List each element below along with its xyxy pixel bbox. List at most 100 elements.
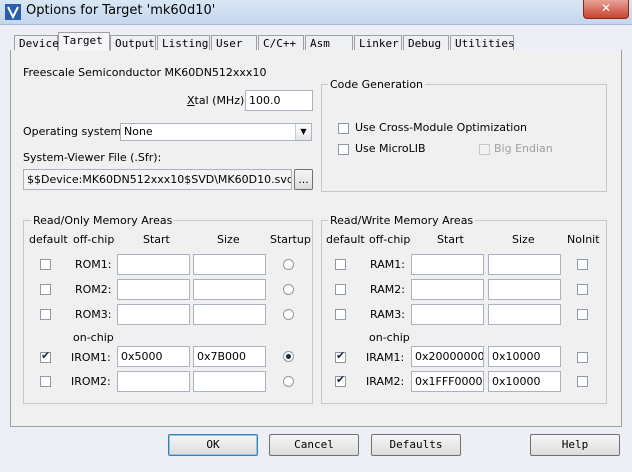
- microlib-checkbox[interactable]: [338, 144, 349, 155]
- ram-onchip-label: on-chip: [369, 331, 410, 344]
- tab-asm[interactable]: Asm: [305, 35, 353, 50]
- ram-header-default: default: [326, 233, 365, 246]
- xtal-input[interactable]: 100.0: [245, 90, 313, 111]
- irom1-size-input[interactable]: 0x7B000: [193, 346, 266, 367]
- ram-header-size: Size: [512, 233, 535, 246]
- ram-header-offchip: off-chip: [369, 233, 411, 246]
- defaults-button[interactable]: Defaults: [371, 434, 461, 456]
- iram1-start-input[interactable]: 0x20000000: [411, 346, 484, 367]
- rom3-label: ROM3:: [75, 308, 112, 321]
- irom2-startup-radio[interactable]: [283, 376, 294, 387]
- ram3-label: RAM3:: [370, 308, 405, 321]
- os-select-value: None: [124, 125, 153, 138]
- rom3-size-input[interactable]: [193, 304, 266, 325]
- big-endian-label: Big Endian: [494, 142, 553, 155]
- tab-listing[interactable]: Listing: [157, 35, 210, 50]
- irom2-start-input[interactable]: [117, 371, 190, 392]
- irom2-size-input[interactable]: [193, 371, 266, 392]
- rom2-label: ROM2:: [75, 283, 112, 296]
- device-name: Freescale Semiconductor MK60DN512xxx10: [23, 66, 267, 79]
- check-icon: ✔: [336, 373, 346, 386]
- iram1-label: IRAM1:: [366, 351, 405, 364]
- iram1-default-checkbox[interactable]: ✔: [335, 349, 346, 363]
- iram2-noinit-checkbox[interactable]: [577, 376, 588, 387]
- ram3-start-input[interactable]: [411, 304, 484, 325]
- ram2-size-input[interactable]: [488, 279, 561, 300]
- cross-module-checkbox[interactable]: [338, 123, 349, 134]
- iram2-default-checkbox[interactable]: ✔: [335, 373, 346, 387]
- iram2-start-input[interactable]: 0x1FFF0000: [411, 371, 484, 392]
- sv-file-input[interactable]: $$Device:MK60DN512xxx10$SVD\MK60D10.svd: [23, 169, 292, 190]
- cancel-button[interactable]: Cancel: [269, 434, 359, 456]
- help-button[interactable]: Help: [530, 434, 620, 456]
- irom1-start-input[interactable]: 0x5000: [117, 346, 190, 367]
- ram-header-noinit: NoInit: [567, 233, 600, 246]
- irom1-startup-radio[interactable]: [283, 351, 294, 362]
- rom-onchip-label: on-chip: [73, 331, 114, 344]
- ram-group-title: Read/Write Memory Areas: [328, 214, 476, 227]
- rom1-size-input[interactable]: [193, 254, 266, 275]
- iram2-size-input[interactable]: 0x10000: [488, 371, 561, 392]
- rom-header-offchip: off-chip: [73, 233, 115, 246]
- tab-device[interactable]: Device: [14, 35, 59, 50]
- tab-output[interactable]: Output: [110, 35, 156, 50]
- rom1-label: ROM1:: [75, 258, 112, 271]
- rom2-startup-radio[interactable]: [283, 284, 294, 295]
- ram3-size-input[interactable]: [488, 304, 561, 325]
- ram3-default-checkbox[interactable]: [335, 309, 346, 320]
- ram2-noinit-checkbox[interactable]: [577, 284, 588, 295]
- tab-c-cpp[interactable]: C/C++: [258, 35, 304, 50]
- os-label: Operating system:: [23, 125, 125, 138]
- rom3-startup-radio[interactable]: [283, 309, 294, 320]
- irom1-default-checkbox[interactable]: ✔: [40, 349, 51, 363]
- ram1-start-input[interactable]: [411, 254, 484, 275]
- rom3-start-input[interactable]: [117, 304, 190, 325]
- rom3-default-checkbox[interactable]: [40, 309, 51, 320]
- browse-button[interactable]: ...: [294, 169, 313, 190]
- close-button[interactable]: ✕: [583, 0, 629, 19]
- irom2-default-checkbox[interactable]: [40, 376, 51, 387]
- ram1-default-checkbox[interactable]: [335, 259, 346, 270]
- chevron-down-icon[interactable]: ▼: [295, 124, 311, 140]
- radio-dot-icon: [286, 354, 291, 359]
- tab-linker[interactable]: Linker: [354, 35, 402, 50]
- rom2-default-checkbox[interactable]: [40, 284, 51, 295]
- cross-module-label: Use Cross-Module Optimization: [355, 121, 528, 134]
- ok-button[interactable]: OK: [168, 434, 258, 456]
- iram1-size-input[interactable]: 0x10000: [488, 346, 561, 367]
- ram2-default-checkbox[interactable]: [335, 284, 346, 295]
- ram1-noinit-checkbox[interactable]: [577, 259, 588, 270]
- ram1-size-input[interactable]: [488, 254, 561, 275]
- microlib-label: Use MicroLIB: [355, 142, 426, 155]
- ram2-start-input[interactable]: [411, 279, 484, 300]
- rom-header-start: Start: [143, 233, 170, 246]
- ram3-noinit-checkbox[interactable]: [577, 309, 588, 320]
- sv-file-label: System-Viewer File (.Sfr):: [23, 151, 162, 164]
- irom1-label: IROM1:: [71, 351, 111, 364]
- irom2-label: IROM2:: [71, 375, 111, 388]
- rom-header-size: Size: [217, 233, 240, 246]
- ram2-label: RAM2:: [370, 283, 405, 296]
- check-icon: ✔: [336, 349, 346, 362]
- rom-header-startup: Startup: [270, 233, 311, 246]
- tab-debug[interactable]: Debug: [403, 35, 449, 50]
- keil-app-icon: [5, 4, 21, 20]
- title-bar[interactable]: Options for Target 'mk60d10' ✕: [0, 0, 632, 25]
- os-select[interactable]: None ▼: [120, 123, 312, 141]
- xtal-label: Xtal (MHz):: [187, 94, 248, 107]
- rom1-default-checkbox[interactable]: [40, 259, 51, 270]
- window-title: Options for Target 'mk60d10': [26, 3, 216, 18]
- rom2-size-input[interactable]: [193, 279, 266, 300]
- ram1-label: RAM1:: [370, 258, 405, 271]
- tab-user[interactable]: User: [211, 35, 257, 50]
- tab-target[interactable]: Target: [58, 32, 110, 51]
- ram-header-start: Start: [437, 233, 464, 246]
- check-icon: ✔: [41, 349, 51, 362]
- rom1-startup-radio[interactable]: [283, 259, 294, 270]
- rom2-start-input[interactable]: [117, 279, 190, 300]
- rom1-start-input[interactable]: [117, 254, 190, 275]
- tab-utilities[interactable]: Utilities: [450, 35, 515, 50]
- big-endian-checkbox[interactable]: [479, 144, 490, 155]
- rom-header-default: default: [29, 233, 68, 246]
- iram1-noinit-checkbox[interactable]: [577, 352, 588, 363]
